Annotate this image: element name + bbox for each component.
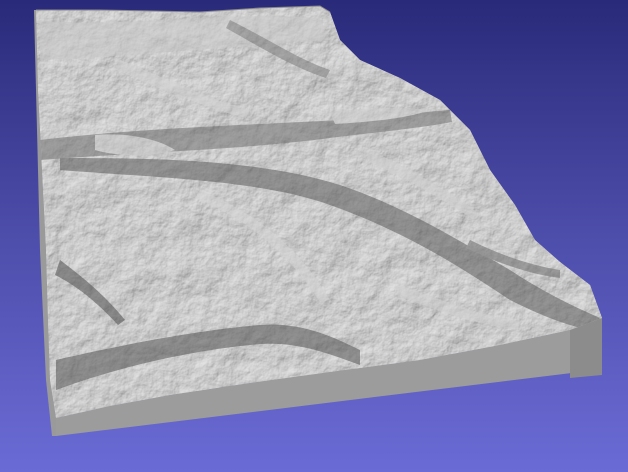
terrain-scene[interactable]: [0, 0, 628, 472]
3d-viewport[interactable]: [0, 0, 628, 472]
